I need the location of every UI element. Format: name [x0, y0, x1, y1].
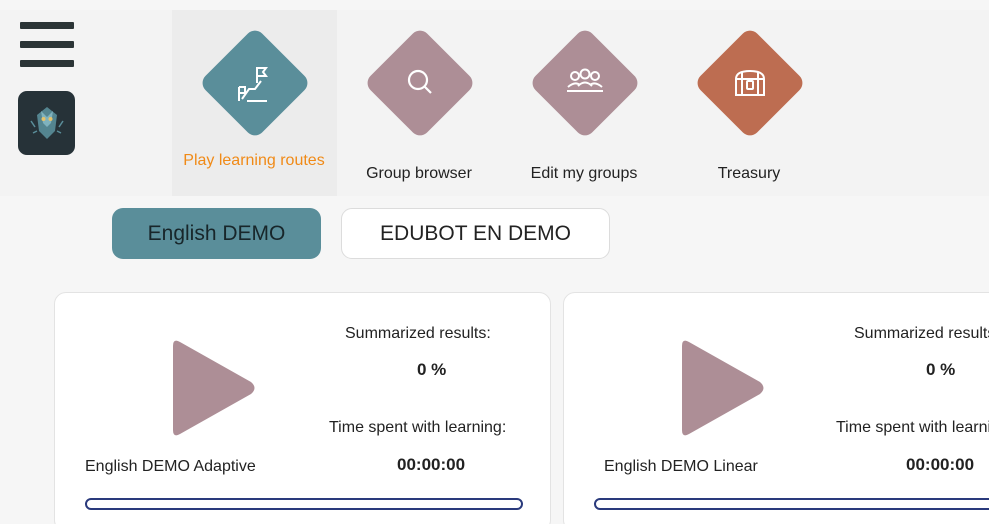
group-people-icon: [555, 53, 615, 113]
progress-bar: [594, 498, 989, 510]
time-label: Time spent with learning:: [329, 419, 507, 436]
search-icon: [390, 53, 450, 113]
top-navigation: Play learning routes Group browser Edit …: [0, 10, 989, 196]
learning-route-flag-icon: [225, 53, 285, 113]
results-value: 0 %: [926, 360, 956, 379]
results-label: Summarized results:: [854, 325, 989, 342]
play-icon[interactable]: [676, 338, 768, 438]
app-root: Play learning routes Group browser Edit …: [0, 0, 989, 524]
learning-route-card[interactable]: English DEMO Adaptive Summarized results…: [54, 292, 551, 524]
group-chip-english-demo[interactable]: English DEMO: [112, 208, 321, 259]
learning-route-card[interactable]: English DEMO Linear Summarized results: …: [563, 292, 989, 524]
nav-label-group-browser: Group browser: [366, 165, 472, 182]
nav-edit-my-groups[interactable]: Edit my groups: [502, 10, 667, 196]
time-value: 00:00:00: [397, 455, 466, 474]
nav-label-play: Play learning routes: [183, 152, 325, 169]
play-icon[interactable]: [167, 338, 259, 438]
progress-bar: [85, 498, 523, 510]
results-value: 0 %: [417, 360, 447, 379]
card-title: English DEMO Adaptive: [85, 458, 256, 475]
nav-treasury[interactable]: Treasury: [667, 10, 832, 196]
time-value: 00:00:00: [906, 455, 975, 474]
treasure-chest-icon: [720, 53, 780, 113]
group-chip-edubot-en-demo[interactable]: EDUBOT EN DEMO: [341, 208, 610, 259]
nav-group-browser[interactable]: Group browser: [337, 10, 502, 196]
nav-label-edit-groups: Edit my groups: [530, 165, 638, 182]
card-title: English DEMO Linear: [604, 458, 758, 475]
nav-label-treasury: Treasury: [717, 165, 781, 182]
results-label: Summarized results:: [345, 325, 491, 342]
time-label: Time spent with learning:: [836, 419, 989, 436]
menu-icon[interactable]: [20, 22, 74, 68]
owl-logo-icon[interactable]: [18, 91, 75, 155]
nav-play-learning-routes[interactable]: Play learning routes: [172, 10, 337, 196]
